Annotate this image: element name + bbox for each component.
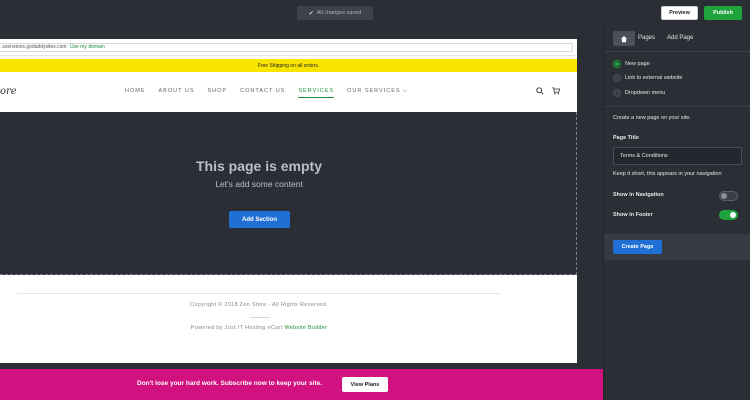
show-in-navigation-toggle[interactable] [719,191,738,201]
url-box: .xzenstons.godaddysites.com Use my domai… [0,43,573,52]
editor-canvas: .xzenstons.godaddysites.com Use my domai… [0,26,603,400]
view-plans-button[interactable]: View Plans [342,377,388,392]
site-logo[interactable]: ore [0,86,17,97]
option-dropdown-menu[interactable]: Dropdown menu [613,89,665,97]
radio-icon [613,74,621,82]
website-builder-app: ✔ All changes saved Preview Publish .xze… [0,0,750,400]
powered-by-prefix: Powered by Just IT Hosting eCart [190,325,283,331]
site-preview: .xzenstons.godaddysites.com Use my domai… [0,39,577,363]
site-footer: Copyright © 2018 Zen Store - All Rights … [0,275,577,363]
page-title-label: Page Title [613,135,639,141]
search-icon[interactable] [536,87,544,95]
page-title-hint: Keep it short, this appears in your navi… [613,171,722,177]
empty-page-subtitle: Let's add some content [215,179,303,189]
nav-item-our-services[interactable]: OUR SERVICES ⌵ [347,88,408,98]
empty-page-section: This page is empty Let's add some conten… [0,112,577,275]
preview-button[interactable]: Preview [661,6,698,20]
panel-description: Create a new page on your site. [613,115,691,121]
nav-item-about-us[interactable]: ABOUT US [159,88,195,98]
add-page-panel: Pages Add Page New page Link to external… [603,26,750,400]
option-dropdown-menu-label: Dropdown menu [625,90,666,96]
subscribe-banner-text: Don't lose your hard work. Subscribe now… [137,380,323,387]
chevron-down-icon: ⌵ [402,88,409,94]
show-in-navigation-label: Show in Navigation [613,192,664,198]
panel-divider [604,106,750,107]
promo-text: Free Shipping on all orders. [257,62,320,69]
footer-short-divider [250,317,270,318]
nav-item-contact-us[interactable]: CONTACT US [240,88,285,98]
option-new-page[interactable]: New page [613,60,650,68]
nav-item-services[interactable]: SERVICES [298,88,335,98]
show-in-footer-label: Show in Footer [613,212,653,218]
check-icon: ✔ [308,10,314,17]
site-url: .xzenstons.godaddysites.com [1,44,67,50]
copyright-text: Copyright © 2018 Zen Store - All Rights … [190,302,328,308]
empty-page-title: This page is empty [195,158,323,174]
save-status-badge: ✔ All changes saved [297,6,373,20]
publish-button[interactable]: Publish [704,6,742,20]
cart-icon[interactable] [552,87,560,95]
promo-bar[interactable]: Free Shipping on all orders. [0,59,577,72]
home-icon [620,35,628,42]
url-bar: .xzenstons.godaddysites.com Use my domai… [0,39,577,56]
nav-item-our-services-label: OUR SERVICES [347,88,401,94]
add-section-button[interactable]: Add Section [229,211,290,228]
option-external-link[interactable]: Link to external website [613,74,682,82]
website-builder-link[interactable]: Website Builder [284,325,327,331]
option-new-page-label: New page [625,61,650,67]
create-page-area: Create Page [604,234,750,260]
page-title-input[interactable]: Terms & Conditions [613,147,742,165]
powered-by-text: Powered by Just IT Hosting eCart Website… [0,325,518,331]
panel-tabs: Pages Add Page [604,26,750,52]
top-bar: ✔ All changes saved Preview Publish [0,0,750,26]
show-in-footer-toggle[interactable] [719,210,738,220]
nav-icons [536,87,560,95]
tabs-divider [604,51,750,52]
tab-home[interactable] [613,31,635,46]
tab-add-page[interactable]: Add Page [667,35,693,41]
subscribe-banner: Don't lose your hard work. Subscribe now… [0,369,603,400]
nav-item-shop[interactable]: SHOP [208,88,228,98]
create-page-button[interactable]: Create Page [613,240,662,254]
tab-pages[interactable]: Pages [638,35,655,41]
nav-menu: HOME ABOUT US SHOP CONTACT US SERVICES O… [125,88,421,98]
site-navigation: ore HOME ABOUT US SHOP CONTACT US SERVIC… [0,72,577,112]
save-status-text: All changes saved [316,10,362,16]
use-my-domain-link[interactable]: Use my domain [70,44,105,50]
footer-divider [17,293,501,294]
radio-icon [613,89,621,97]
nav-item-home[interactable]: HOME [125,88,146,98]
radio-selected-icon [613,60,621,68]
option-external-link-label: Link to external website [625,75,683,81]
